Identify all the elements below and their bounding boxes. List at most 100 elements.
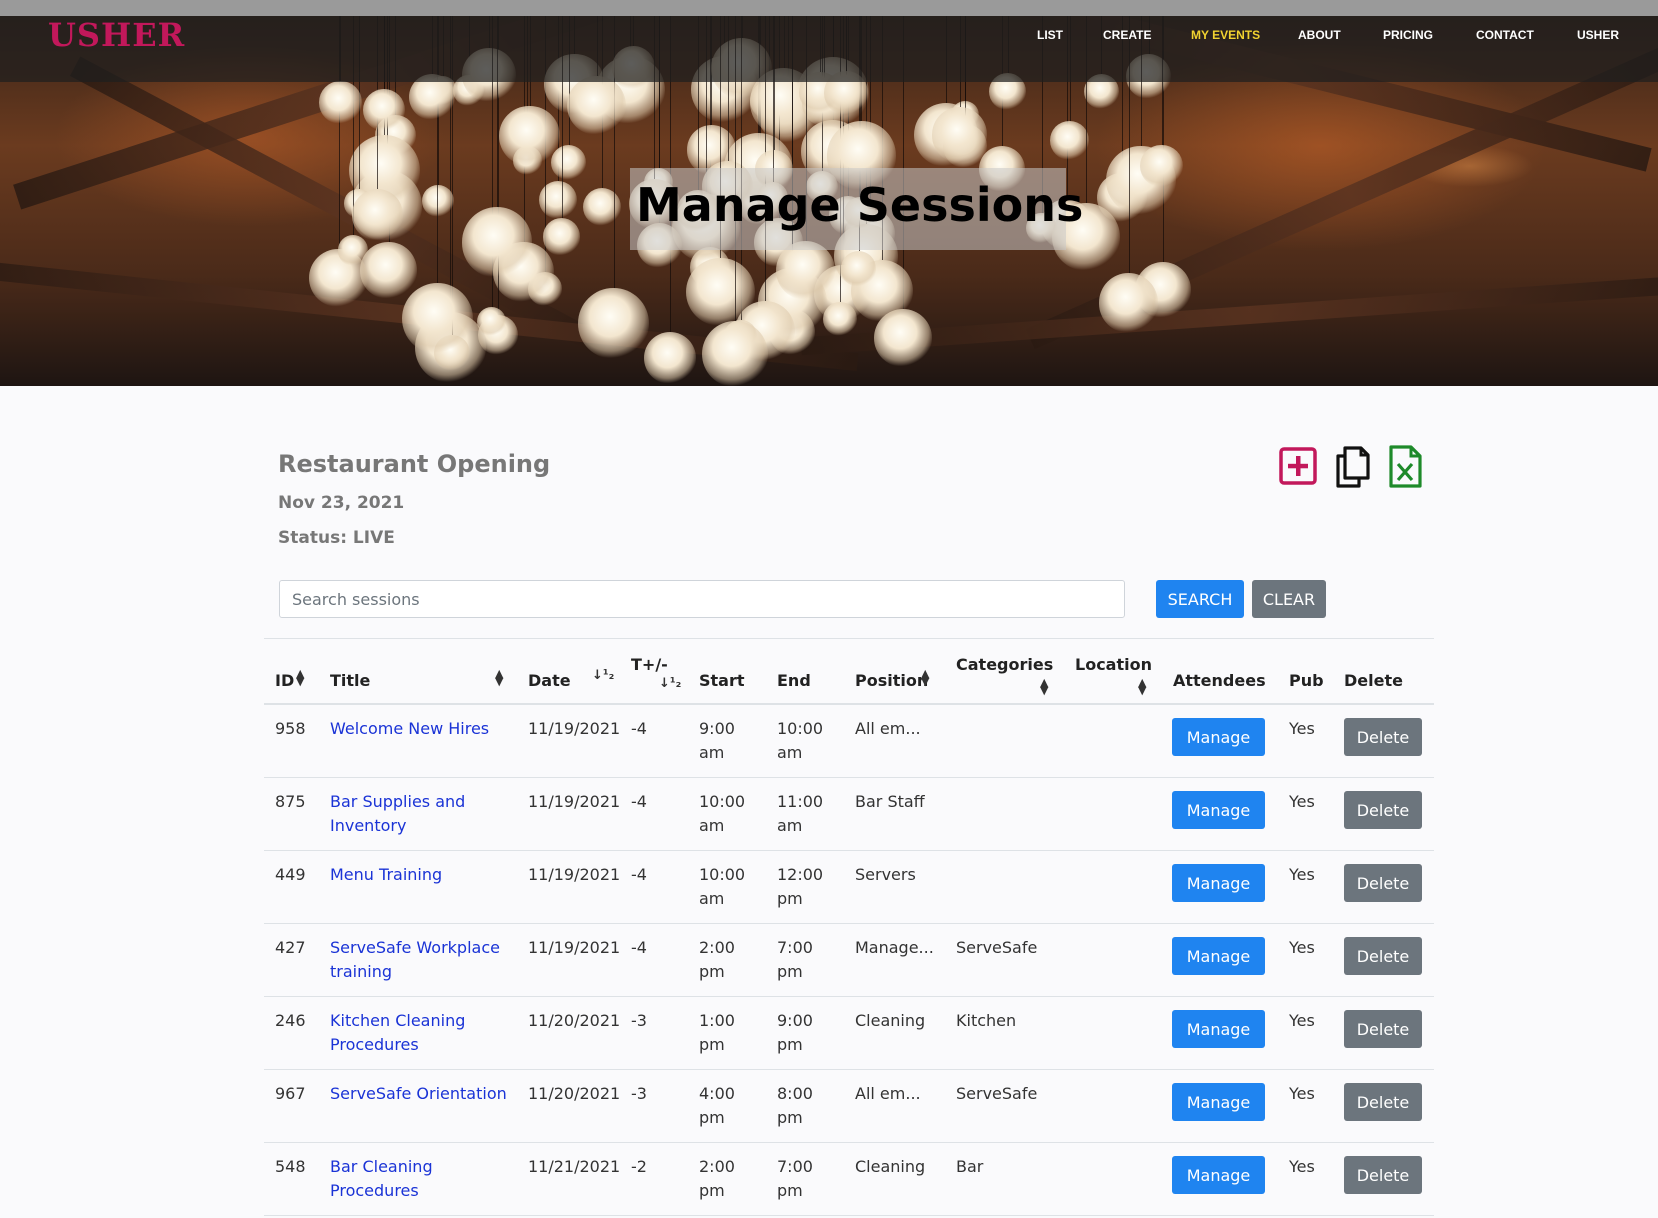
row-divider <box>264 923 1434 924</box>
delete-session-button[interactable]: Delete <box>1344 1010 1422 1048</box>
delete-session-button[interactable]: Delete <box>1344 718 1422 756</box>
copy-button[interactable] <box>1333 444 1373 488</box>
session-title-link[interactable]: Menu Training <box>330 863 442 887</box>
session-title-link[interactable]: Bar Supplies and <box>330 790 465 814</box>
cell-pub: Yes <box>1289 719 1315 738</box>
row-divider <box>264 996 1434 997</box>
sort-numeric-icon[interactable]: ↓¹₂ <box>592 668 614 683</box>
session-title-link[interactable]: Inventory <box>330 814 406 838</box>
cell-end-ampm: pm <box>777 1035 803 1054</box>
cell-start: 10:00 <box>699 792 746 811</box>
manage-attendees-button[interactable]: Manage <box>1172 1010 1265 1048</box>
cell-id: 875 <box>275 792 306 811</box>
cell-end: 7:00 <box>777 1157 813 1176</box>
add-session-button[interactable] <box>1278 444 1318 488</box>
row-divider <box>264 777 1434 778</box>
cell-end: 7:00 <box>777 938 813 957</box>
cell-id: 427 <box>275 938 306 957</box>
nav-item-usher[interactable]: USHER <box>1577 28 1619 42</box>
col-header-position[interactable]: Position <box>855 671 928 690</box>
col-header-attendees: Attendees <box>1173 671 1266 690</box>
clear-button[interactable]: CLEAR <box>1252 580 1326 618</box>
session-title-link[interactable]: Kitchen Cleaning <box>330 1009 465 1033</box>
row-divider <box>264 1215 1434 1216</box>
cell-id: 967 <box>275 1084 306 1103</box>
sort-icon[interactable]: ▼ <box>1040 684 1048 697</box>
session-title-link[interactable]: ServeSafe Workplace <box>330 936 500 960</box>
cell-tplusminus: -4 <box>631 938 647 957</box>
search-button[interactable]: SEARCH <box>1156 580 1244 618</box>
sort-numeric-icon[interactable]: ↓¹₂ <box>659 676 681 691</box>
col-header-start: Start <box>699 671 745 690</box>
col-header-date[interactable]: Date <box>528 671 571 690</box>
nav-item-list[interactable]: LIST <box>1037 28 1063 42</box>
cell-start-ampm: am <box>699 743 725 762</box>
cell-end: 11:00 <box>777 792 824 811</box>
table-header-rule <box>264 703 1434 705</box>
delete-session-button[interactable]: Delete <box>1344 1083 1422 1121</box>
cell-position: Manage... <box>855 938 934 957</box>
delete-session-button[interactable]: Delete <box>1344 864 1422 902</box>
cell-start-ampm: pm <box>699 1108 725 1127</box>
cell-start: 9:00 <box>699 719 735 738</box>
col-header-location[interactable]: Location <box>1075 655 1152 674</box>
sort-icon[interactable]: ▼ <box>296 675 304 688</box>
session-title-link[interactable]: ServeSafe Orientation <box>330 1082 507 1106</box>
cell-pub: Yes <box>1289 792 1315 811</box>
cell-categories: ServeSafe <box>956 1084 1038 1103</box>
cell-start: 10:00 <box>699 865 746 884</box>
cell-categories: ServeSafe <box>956 938 1038 957</box>
cell-position: All em... <box>855 1084 921 1103</box>
cell-start: 2:00 <box>699 938 735 957</box>
sort-icon[interactable]: ▼ <box>1138 684 1146 697</box>
cell-position: Cleaning <box>855 1011 926 1030</box>
row-divider <box>264 850 1434 851</box>
delete-session-button[interactable]: Delete <box>1344 791 1422 829</box>
sort-icon[interactable]: ▼ <box>921 675 929 688</box>
cell-start-ampm: pm <box>699 1035 725 1054</box>
manage-attendees-button[interactable]: Manage <box>1172 1156 1265 1194</box>
cell-end-ampm: am <box>777 816 803 835</box>
nav-item-my-events[interactable]: MY EVENTS <box>1191 28 1260 42</box>
manage-attendees-button[interactable]: Manage <box>1172 718 1265 756</box>
nav-item-contact[interactable]: CONTACT <box>1476 28 1534 42</box>
cell-end-ampm: pm <box>777 962 803 981</box>
event-status: Status: LIVE <box>278 528 395 548</box>
cell-id: 958 <box>275 719 306 738</box>
cell-start-ampm: pm <box>699 962 725 981</box>
cell-end-ampm: pm <box>777 889 803 908</box>
session-title-link[interactable]: Welcome New Hires <box>330 717 489 741</box>
cell-start: 1:00 <box>699 1011 735 1030</box>
col-header-tplusminus[interactable]: T+/- <box>631 655 668 674</box>
sort-icon[interactable]: ▼ <box>495 675 503 688</box>
cell-categories: Kitchen <box>956 1011 1017 1030</box>
col-header-title[interactable]: Title <box>330 671 370 690</box>
session-title-link[interactable]: Procedures <box>330 1033 419 1057</box>
manage-attendees-button[interactable]: Manage <box>1172 864 1265 902</box>
excel-file-icon <box>1389 445 1422 488</box>
manage-attendees-button[interactable]: Manage <box>1172 1083 1265 1121</box>
session-title-link[interactable]: training <box>330 960 392 984</box>
search-input[interactable] <box>279 580 1125 618</box>
nav-item-create[interactable]: CREATE <box>1103 28 1151 42</box>
logo[interactable]: USHER <box>48 16 185 54</box>
cell-id: 548 <box>275 1157 306 1176</box>
col-header-end: End <box>777 671 811 690</box>
row-divider <box>264 1142 1434 1143</box>
manage-attendees-button[interactable]: Manage <box>1172 791 1265 829</box>
nav-item-about[interactable]: ABOUT <box>1298 28 1341 42</box>
cell-date: 11/20/2021 <box>528 1011 621 1030</box>
export-excel-button[interactable] <box>1386 444 1426 488</box>
delete-session-button[interactable]: Delete <box>1344 937 1422 975</box>
col-header-categories[interactable]: Categories <box>956 655 1053 674</box>
col-header-id[interactable]: ID <box>275 671 294 690</box>
session-title-link[interactable]: Procedures <box>330 1179 419 1203</box>
delete-session-button[interactable]: Delete <box>1344 1156 1422 1194</box>
manage-attendees-button[interactable]: Manage <box>1172 937 1265 975</box>
cell-start: 2:00 <box>699 1157 735 1176</box>
cell-start-ampm: pm <box>699 1181 725 1200</box>
cell-start: 4:00 <box>699 1084 735 1103</box>
session-title-link[interactable]: Bar Cleaning <box>330 1155 433 1179</box>
cell-tplusminus: -3 <box>631 1011 647 1030</box>
nav-item-pricing[interactable]: PRICING <box>1383 28 1433 42</box>
